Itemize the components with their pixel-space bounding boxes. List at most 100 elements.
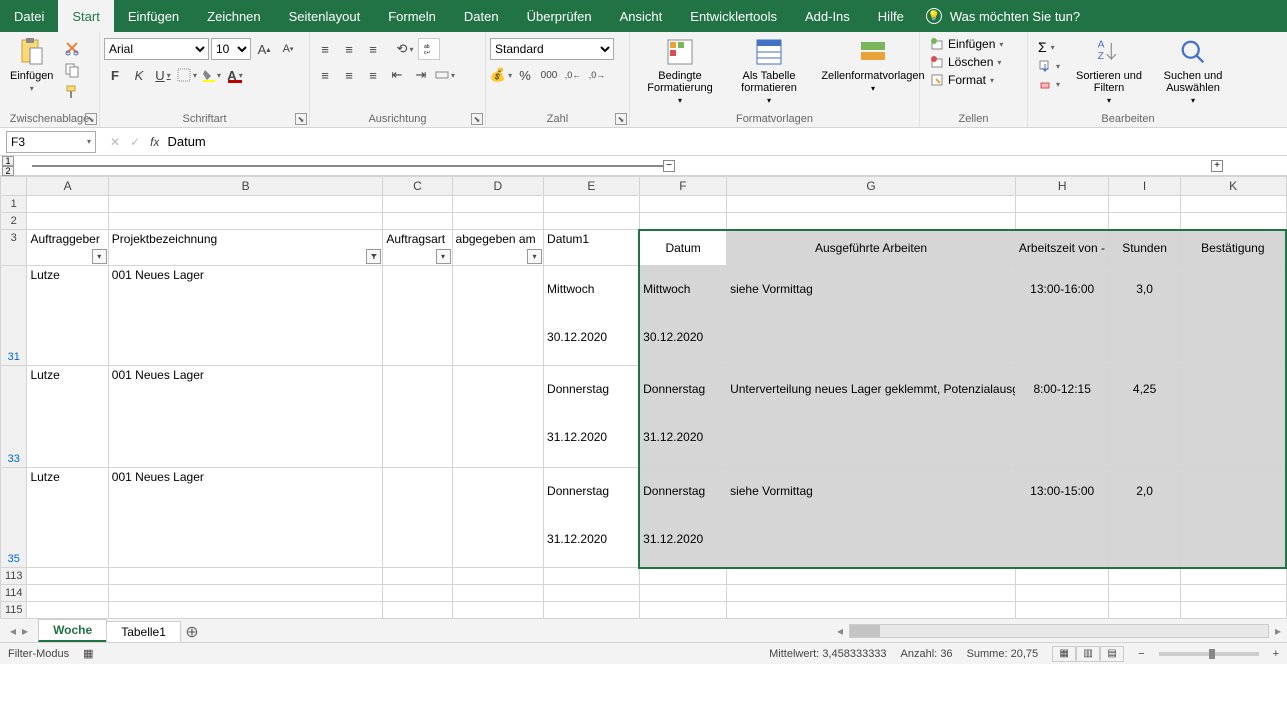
number-format-select[interactable]: Standard bbox=[490, 38, 614, 60]
format-as-table-button[interactable]: Als Tabelle formatieren▾ bbox=[728, 34, 810, 107]
col-header-I[interactable]: I bbox=[1109, 177, 1180, 196]
sheet-nav-prev-icon[interactable]: ◂ bbox=[10, 624, 16, 638]
cell[interactable]: Auftragsart bbox=[383, 230, 452, 266]
view-page-break-icon[interactable]: ▤ bbox=[1100, 646, 1124, 662]
tab-formeln[interactable]: Formeln bbox=[374, 0, 450, 32]
cell[interactable]: Ausgeführte Arbeiten bbox=[727, 230, 1016, 266]
row-header[interactable]: 35 bbox=[1, 468, 27, 568]
thousands-icon[interactable]: 000 bbox=[538, 64, 560, 86]
sheet-nav-next-icon[interactable]: ▸ bbox=[22, 624, 28, 638]
autosum-button[interactable]: Σ▾ bbox=[1034, 38, 1064, 56]
view-page-layout-icon[interactable]: ▥ bbox=[1076, 646, 1100, 662]
row-header[interactable]: 1 bbox=[1, 196, 27, 213]
cut-button[interactable] bbox=[61, 38, 83, 58]
percent-icon[interactable]: % bbox=[514, 64, 536, 86]
clipboard-dialog-launcher[interactable]: ⬊ bbox=[85, 113, 97, 125]
sheet-tab-tabelle1[interactable]: Tabelle1 bbox=[106, 621, 181, 642]
row-header[interactable]: 31 bbox=[1, 266, 27, 366]
tab-ansicht[interactable]: Ansicht bbox=[606, 0, 677, 32]
cell[interactable]: Stunden bbox=[1109, 230, 1180, 266]
cell[interactable] bbox=[383, 366, 452, 468]
cell[interactable]: 2,0 bbox=[1109, 468, 1180, 568]
cell[interactable] bbox=[452, 266, 544, 366]
tab-addins[interactable]: Add-Ins bbox=[791, 0, 864, 32]
cell[interactable]: Unterverteilung neues Lager geklemmt, Po… bbox=[727, 366, 1016, 468]
number-dialog-launcher[interactable]: ⬊ bbox=[615, 113, 627, 125]
cell[interactable]: Arbeitszeit von - bis bbox=[1015, 230, 1109, 266]
cell[interactable]: abgegeben am bbox=[452, 230, 544, 266]
cell[interactable]: 4,25 bbox=[1109, 366, 1180, 468]
underline-button[interactable]: U bbox=[152, 64, 174, 86]
col-header-G[interactable]: G bbox=[727, 177, 1016, 196]
cell[interactable] bbox=[1180, 266, 1286, 366]
macro-record-icon[interactable]: ▦ bbox=[83, 647, 93, 660]
sort-filter-button[interactable]: AZ Sortieren und Filtern▾ bbox=[1068, 34, 1150, 107]
cell[interactable]: 3,0 bbox=[1109, 266, 1180, 366]
alignment-dialog-launcher[interactable]: ⬊ bbox=[471, 113, 483, 125]
cell[interactable]: Mittwoch30.12.2020 bbox=[639, 266, 726, 366]
cell[interactable] bbox=[1180, 468, 1286, 568]
align-left-icon[interactable]: ≡ bbox=[314, 64, 336, 86]
formula-input[interactable] bbox=[159, 131, 1287, 153]
cell[interactable]: siehe Vormittag bbox=[727, 266, 1016, 366]
increase-decimal-icon[interactable]: ,0← bbox=[562, 64, 584, 86]
cell[interactable] bbox=[1180, 366, 1286, 468]
cell[interactable] bbox=[452, 468, 544, 568]
cell[interactable]: 001 Neues Lager bbox=[108, 366, 383, 468]
decrease-indent-icon[interactable]: ⇤ bbox=[386, 64, 408, 86]
worksheet-grid[interactable]: A B C D E F G H I K 1 2 3 Auftraggeber P… bbox=[0, 176, 1287, 618]
col-header-D[interactable]: D bbox=[452, 177, 544, 196]
view-normal-icon[interactable]: ▦ bbox=[1052, 646, 1076, 662]
italic-button[interactable]: K bbox=[128, 64, 150, 86]
cell[interactable] bbox=[383, 266, 452, 366]
filter-button-active[interactable] bbox=[366, 249, 381, 264]
clear-button[interactable]: ▾ bbox=[1034, 76, 1064, 92]
cell[interactable]: Mittwoch30.12.2020 bbox=[544, 266, 640, 366]
zoom-slider[interactable] bbox=[1159, 652, 1259, 656]
conditional-formatting-button[interactable]: Bedingte Formatierung▾ bbox=[634, 34, 726, 107]
tab-daten[interactable]: Daten bbox=[450, 0, 513, 32]
row-header[interactable]: 33 bbox=[1, 366, 27, 468]
cell[interactable]: Datum1 bbox=[544, 230, 640, 266]
col-header-F[interactable]: F bbox=[639, 177, 726, 196]
filter-button[interactable] bbox=[527, 249, 542, 264]
delete-cells-button[interactable]: Löschen▾ bbox=[926, 54, 1007, 70]
font-color-button[interactable]: A bbox=[224, 64, 246, 86]
filter-button[interactable] bbox=[436, 249, 451, 264]
insert-cells-button[interactable]: Einfügen▾ bbox=[926, 36, 1007, 52]
outline-level-1[interactable]: 1 bbox=[2, 156, 14, 166]
paste-button[interactable]: Einfügen ▾ bbox=[4, 34, 59, 95]
borders-button[interactable] bbox=[176, 64, 198, 86]
find-select-button[interactable]: Suchen und Auswählen▾ bbox=[1152, 34, 1234, 107]
tab-hilfe[interactable]: Hilfe bbox=[864, 0, 918, 32]
cell[interactable]: Donnerstag31.12.2020 bbox=[639, 468, 726, 568]
enter-formula-icon[interactable]: ✓ bbox=[130, 135, 140, 149]
wrap-text-icon[interactable]: abc↵ bbox=[418, 38, 440, 60]
hscroll-left-icon[interactable]: ◂ bbox=[837, 624, 843, 638]
tab-seitenlayout[interactable]: Seitenlayout bbox=[275, 0, 375, 32]
add-sheet-button[interactable]: ⊕ bbox=[180, 622, 204, 642]
hscroll-right-icon[interactable]: ▸ bbox=[1275, 624, 1281, 638]
active-cell[interactable]: Datum bbox=[639, 230, 726, 266]
tab-zeichnen[interactable]: Zeichnen bbox=[193, 0, 274, 32]
cell[interactable]: 001 Neues Lager bbox=[108, 468, 383, 568]
align-right-icon[interactable]: ≡ bbox=[362, 64, 384, 86]
row-header[interactable]: 2 bbox=[1, 213, 27, 230]
fx-icon[interactable]: fx bbox=[150, 135, 159, 149]
align-center-icon[interactable]: ≡ bbox=[338, 64, 360, 86]
cancel-formula-icon[interactable]: ✕ bbox=[110, 135, 120, 149]
currency-icon[interactable]: 💰 bbox=[490, 64, 512, 86]
col-header-H[interactable]: H bbox=[1015, 177, 1109, 196]
font-size-select[interactable]: 10 bbox=[211, 38, 251, 60]
format-painter-button[interactable] bbox=[61, 82, 83, 102]
cell[interactable]: siehe Vormittag bbox=[727, 468, 1016, 568]
fill-color-button[interactable] bbox=[200, 64, 222, 86]
cell[interactable] bbox=[383, 468, 452, 568]
cell[interactable]: 001 Neues Lager bbox=[108, 266, 383, 366]
cell[interactable]: 13:00-15:00 bbox=[1015, 468, 1109, 568]
cell-styles-button[interactable]: Zellenformatvorlagen▾ bbox=[812, 34, 934, 95]
cell[interactable]: Bestätigung bbox=[1180, 230, 1286, 266]
col-header-E[interactable]: E bbox=[544, 177, 640, 196]
cell[interactable]: Donnerstag31.12.2020 bbox=[544, 366, 640, 468]
increase-font-icon[interactable]: A▴ bbox=[253, 38, 275, 60]
